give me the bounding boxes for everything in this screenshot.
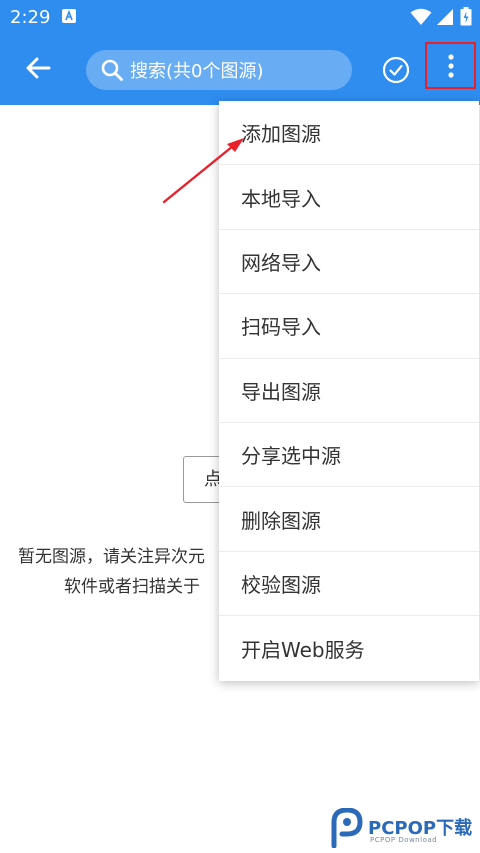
status-time: 2:29 xyxy=(10,7,51,28)
search-icon xyxy=(101,59,123,81)
empty-state-text-line1: 暂无图源，请关注异次元 xyxy=(18,547,205,567)
menu-item-scan-import[interactable]: 扫码导入 xyxy=(219,294,479,359)
menu-item-verify-source[interactable]: 校验图源 xyxy=(219,552,479,617)
pcpop-logo-icon xyxy=(331,808,363,848)
wifi-icon xyxy=(410,8,432,25)
battery-icon xyxy=(460,7,472,26)
check-circle-icon[interactable] xyxy=(380,54,412,86)
app-header: 2:29 搜索(共0个图源) xyxy=(0,0,480,105)
back-arrow-icon xyxy=(26,57,51,79)
menu-item-delete-source[interactable]: 删除图源 xyxy=(219,487,479,552)
menu-item-local-import[interactable]: 本地导入 xyxy=(219,165,479,230)
back-button[interactable] xyxy=(20,50,56,86)
status-bar: 2:29 xyxy=(0,0,480,36)
watermark-sub: PCPOP Download xyxy=(370,836,438,844)
menu-item-network-import[interactable]: 网络导入 xyxy=(219,230,479,295)
menu-item-export-source[interactable]: 导出图源 xyxy=(219,359,479,423)
toolbar: 搜索(共0个图源) xyxy=(0,36,480,105)
more-options-button[interactable] xyxy=(425,42,476,89)
search-placeholder: 搜索(共0个图源) xyxy=(130,61,264,82)
search-input[interactable]: 搜索(共0个图源) xyxy=(86,50,352,90)
menu-item-web-service[interactable]: 开启Web服务 xyxy=(219,616,479,680)
overflow-menu: 添加图源 本地导入 网络导入 扫码导入 导出图源 分享选中源 删除图源 校验图源… xyxy=(219,101,479,681)
app-notification-icon xyxy=(62,9,76,23)
menu-item-add-source[interactable]: 添加图源 xyxy=(219,101,479,166)
menu-item-share-selected[interactable]: 分享选中源 xyxy=(219,423,479,488)
empty-state-text-line2: 软件或者扫描关于 xyxy=(64,577,200,597)
signal-icon xyxy=(437,9,453,25)
watermark: PCPOP下载 PCPOP Download xyxy=(330,808,480,850)
more-vert-icon xyxy=(447,53,454,78)
